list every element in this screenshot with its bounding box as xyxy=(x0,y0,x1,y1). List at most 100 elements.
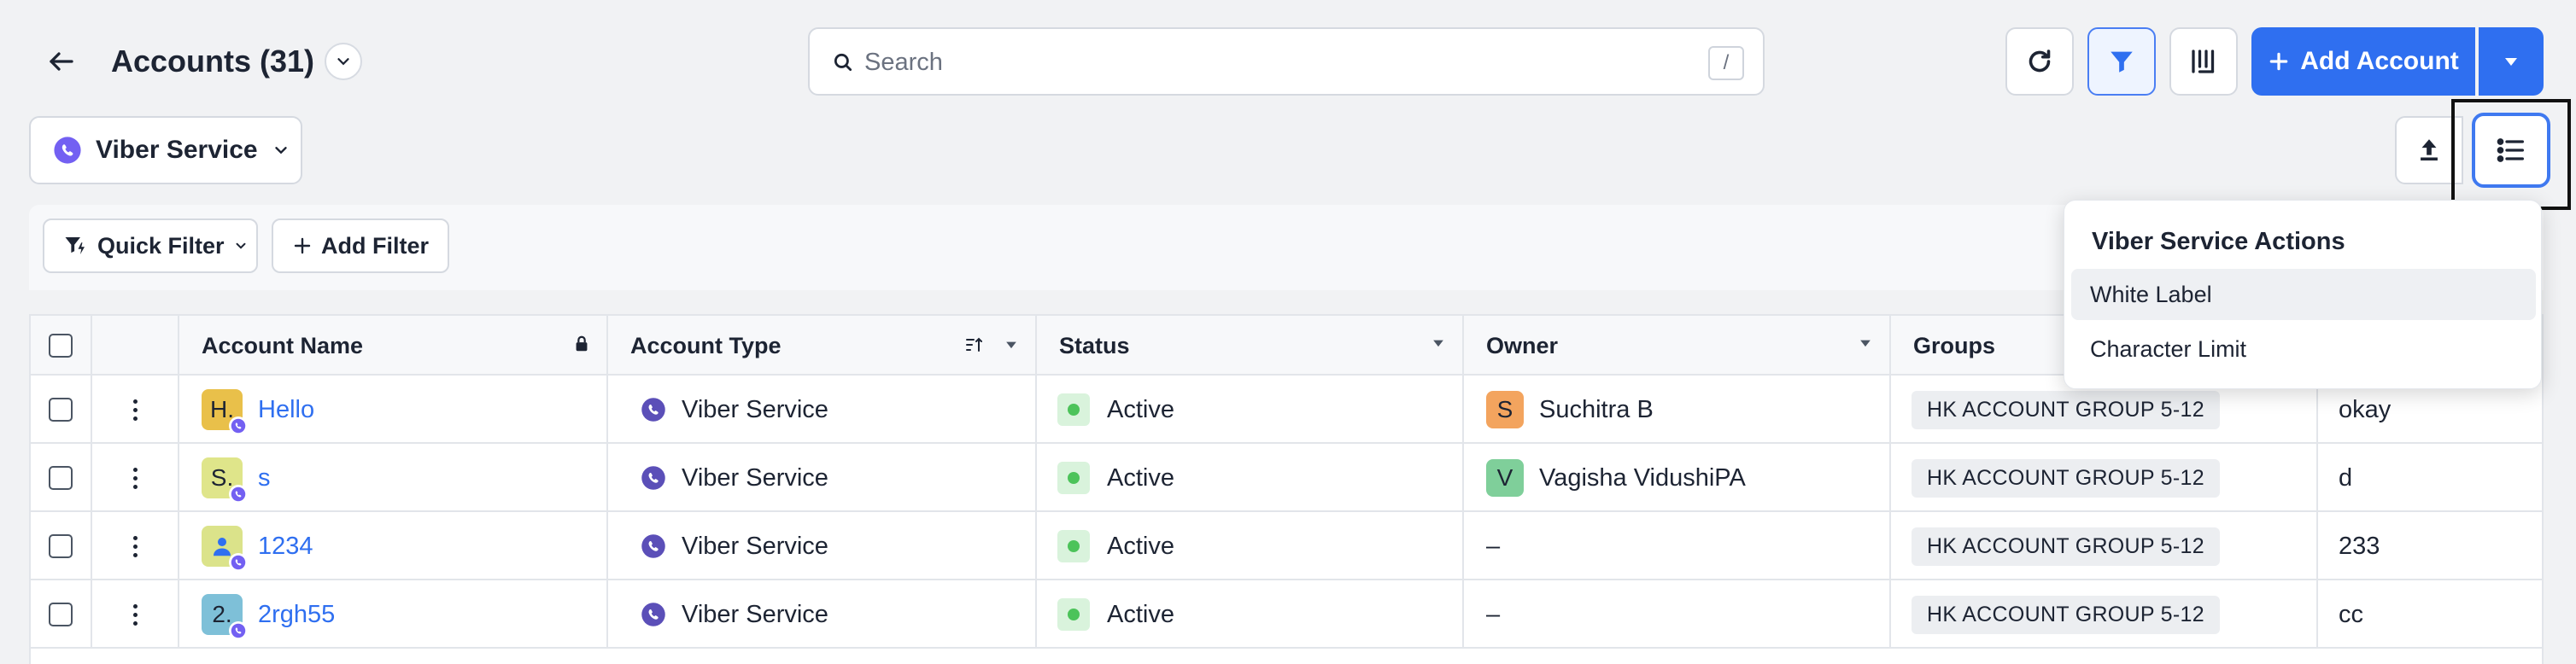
quick-filter-button[interactable]: Quick Filter xyxy=(43,218,258,273)
row-checkbox[interactable] xyxy=(49,534,73,558)
actions-header-cell xyxy=(92,316,179,376)
viber-icon xyxy=(641,465,666,491)
menu-title: Viber Service Actions xyxy=(2092,228,2345,255)
row-checkbox[interactable] xyxy=(49,603,73,626)
chevron-down-icon xyxy=(233,238,249,253)
row-select-cell xyxy=(31,580,92,649)
row-checkbox[interactable] xyxy=(49,466,73,490)
extra-value: d xyxy=(2339,463,2353,492)
account-name-link[interactable]: Hello xyxy=(258,396,314,424)
viber-badge-icon xyxy=(229,621,248,640)
refresh-button[interactable] xyxy=(2005,27,2074,96)
status-indicator xyxy=(1057,393,1090,426)
add-account-button[interactable]: Add Account xyxy=(2251,27,2475,96)
page-title: Accounts (31) xyxy=(111,44,315,79)
row-select-cell xyxy=(31,512,92,580)
service-selector[interactable]: Viber Service xyxy=(29,116,302,184)
account-avatar: 2. xyxy=(202,594,248,640)
group-chip[interactable]: HK ACCOUNT GROUP 5-12 xyxy=(1912,527,2220,566)
owner-cell: V Vagisha VidushiPA xyxy=(1464,444,1891,512)
chevron-down-icon xyxy=(272,141,290,160)
viber-badge-icon xyxy=(229,416,248,435)
menu-item-white-label[interactable]: White Label xyxy=(2071,269,2536,320)
more-vertical-icon[interactable] xyxy=(132,603,138,626)
account-avatar: H. xyxy=(202,389,248,435)
extra-value: okay xyxy=(2339,395,2392,423)
account-type-cell: Viber Service xyxy=(608,444,1037,512)
row-menu-cell xyxy=(92,444,179,512)
column-header-account-name[interactable]: Account Name xyxy=(179,316,608,376)
group-chip[interactable]: HK ACCOUNT GROUP 5-12 xyxy=(1912,458,2220,498)
row-checkbox[interactable] xyxy=(49,398,73,422)
group-chip[interactable]: HK ACCOUNT GROUP 5-12 xyxy=(1912,595,2220,634)
status-text: Active xyxy=(1107,463,1174,492)
quick-filter-icon xyxy=(63,233,89,259)
status-indicator xyxy=(1057,598,1090,631)
back-arrow-icon[interactable] xyxy=(38,38,85,85)
caret-down-icon[interactable] xyxy=(1430,335,1447,352)
caret-down-icon[interactable] xyxy=(1857,335,1874,352)
filter-button[interactable] xyxy=(2087,27,2156,96)
status-text: Active xyxy=(1107,532,1174,560)
account-type-text: Viber Service xyxy=(682,395,828,423)
groups-cell: HK ACCOUNT GROUP 5-12 xyxy=(1891,444,2318,512)
table-row[interactable]: 1234 Viber Service Active – HK ACCOUNT GROUP… xyxy=(31,512,2542,580)
groups-cell: HK ACCOUNT GROUP 5-12 xyxy=(1891,512,2318,580)
plus-icon xyxy=(292,236,313,256)
caret-down-icon[interactable] xyxy=(1003,336,1020,353)
owner-name: Vagisha VidushiPA xyxy=(1539,463,1746,492)
status-cell: Active xyxy=(1037,444,1464,512)
more-vertical-icon[interactable] xyxy=(132,467,138,489)
table-row[interactable]: 2. 2rgh55 Viber Service Active – HK ACCOUNT G… xyxy=(31,580,2542,649)
account-name-link[interactable]: 1234 xyxy=(258,533,313,561)
status-indicator xyxy=(1057,462,1090,494)
focus-highlight-box xyxy=(2451,99,2571,210)
chevron-down-icon[interactable] xyxy=(325,43,362,80)
caret-down-icon xyxy=(2505,58,2517,66)
viber-icon xyxy=(53,136,82,165)
account-name-link[interactable]: 2rgh55 xyxy=(258,601,335,629)
filter-icon xyxy=(2111,51,2133,73)
account-name-cell: 2. 2rgh55 xyxy=(179,580,608,649)
owner-avatar: V xyxy=(1486,459,1524,497)
column-header-owner[interactable]: Owner xyxy=(1464,316,1891,376)
groups-cell: HK ACCOUNT GROUP 5-12 xyxy=(1891,580,2318,649)
owner-cell: – xyxy=(1464,580,1891,649)
add-filter-button[interactable]: Add Filter xyxy=(272,218,449,273)
status-cell: Active xyxy=(1037,580,1464,649)
menu-item-character-limit[interactable]: Character Limit xyxy=(2071,323,2536,375)
owner-avatar: S xyxy=(1486,391,1524,428)
column-header-status[interactable]: Status xyxy=(1037,316,1464,376)
sort-icon[interactable] xyxy=(963,335,984,355)
group-chip[interactable]: HK ACCOUNT GROUP 5-12 xyxy=(1912,390,2220,429)
status-text: Active xyxy=(1107,600,1174,628)
search-shortcut-hint: / xyxy=(1708,46,1744,80)
row-menu-cell xyxy=(92,512,179,580)
extra-value: 233 xyxy=(2339,532,2380,560)
account-name-link[interactable]: s xyxy=(258,464,271,492)
columns-button[interactable] xyxy=(2169,27,2238,96)
account-type-text: Viber Service xyxy=(682,600,828,628)
account-name-cell: S. s xyxy=(179,444,608,512)
owner-name: – xyxy=(1486,600,1501,628)
viber-badge-icon xyxy=(229,485,248,504)
add-account-dropdown-button[interactable] xyxy=(2479,27,2544,96)
account-type-cell: Viber Service xyxy=(608,580,1037,649)
column-header-account-type[interactable]: Account Type xyxy=(608,316,1037,376)
search-input[interactable]: Search / xyxy=(808,27,1765,96)
columns-icon xyxy=(2192,50,2215,73)
extra-value: cc xyxy=(2339,600,2363,628)
more-vertical-icon[interactable] xyxy=(132,535,138,557)
select-all-checkbox[interactable] xyxy=(49,334,73,358)
more-vertical-icon[interactable] xyxy=(132,399,138,421)
search-placeholder: Search xyxy=(864,49,943,76)
account-name-cell: H. Hello xyxy=(179,376,608,444)
status-cell: Active xyxy=(1037,512,1464,580)
table-row[interactable]: S. s Viber Service Active V Vagisha VidushiPA… xyxy=(31,444,2542,512)
plus-icon xyxy=(2268,50,2290,73)
owner-cell: – xyxy=(1464,512,1891,580)
extra-cell: d xyxy=(2318,444,2545,512)
extra-cell: 233 xyxy=(2318,512,2545,580)
account-type-cell: Viber Service xyxy=(608,376,1037,444)
add-account-label: Add Account xyxy=(2300,47,2459,75)
